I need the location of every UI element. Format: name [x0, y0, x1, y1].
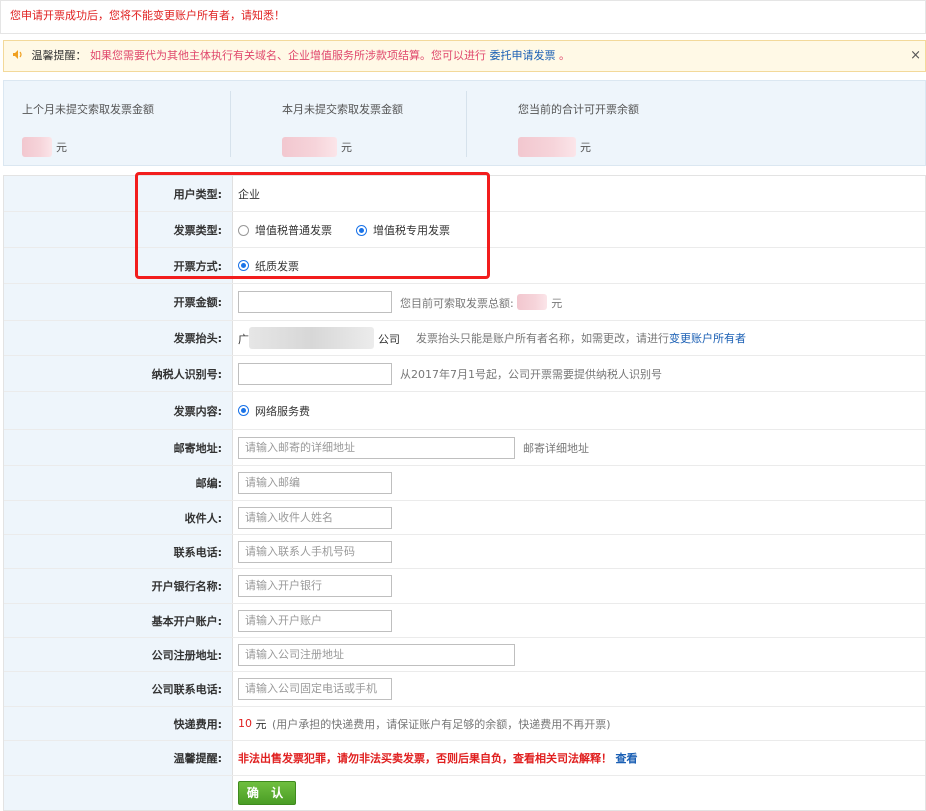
amount-label: 开票金额:	[4, 284, 233, 320]
row-content: 发票内容: 网络服务费	[4, 392, 925, 430]
row-company-phone: 公司联系电话: 请输入公司固定电话或手机	[4, 672, 925, 707]
invoice-type-options: 增值税普通发票 增值税专用发票	[238, 212, 925, 247]
row-amount: 开票金额: 您目前可索取发票总额: 元	[4, 284, 925, 321]
tip-end: 。	[559, 49, 570, 62]
shipping-note: (用户承担的快递费用，请保证账户有足够的余额，快递费用不再开票)	[272, 717, 611, 731]
row-phone: 联系电话: 请输入联系人手机号码	[4, 535, 925, 569]
row-user-type: 用户类型: 企业	[4, 176, 925, 212]
phone-input[interactable]: 请输入联系人手机号码	[238, 540, 392, 563]
row-invoice-type: 发票类型: 增值税普通发票 增值税专用发票	[4, 212, 925, 248]
confirm-button[interactable]: 确 认	[238, 781, 296, 805]
radio-selected-icon[interactable]	[356, 224, 367, 236]
tax-id-hint: 从2017年7月1号起，公司开票需要提供纳税人识别号	[400, 367, 662, 381]
tip-text: 如果您需要代为其他主体执行有关域名、企业增值服务所涉款项结算。您可以进行	[90, 49, 486, 62]
tip-bar: 温馨提醒： 如果您需要代为其他主体执行有关域名、企业增值服务所涉款项结算。您可以…	[3, 40, 926, 72]
row-postcode: 邮编: 请输入邮编	[4, 466, 925, 501]
tax-id-label: 纳税人识别号:	[4, 356, 233, 391]
this-month-amount: 元	[282, 137, 352, 157]
shipping-label: 快递费用:	[4, 707, 233, 740]
bank-account-input[interactable]: 请输入开户账户	[238, 609, 392, 632]
confirm-label-cell	[4, 776, 233, 810]
speaker-icon	[13, 50, 22, 59]
available-amount: 元	[518, 137, 591, 157]
invoice-type-special[interactable]: 增值税专用发票	[356, 222, 450, 238]
user-type-label: 用户类型:	[4, 176, 233, 211]
invoice-type-normal[interactable]: 增值税普通发票	[238, 222, 332, 238]
postcode-label: 邮编:	[4, 466, 233, 500]
bank-name-label: 开户银行名称:	[4, 569, 233, 603]
postcode-input[interactable]: 请输入邮编	[238, 472, 392, 494]
recipient-input[interactable]: 请输入收件人姓名	[238, 506, 392, 529]
tax-id-input[interactable]	[238, 362, 392, 385]
radio-selected-icon[interactable]	[238, 260, 249, 271]
view-law-link[interactable]: 查看	[616, 750, 638, 766]
entrust-invoice-link[interactable]: 委托申请发票	[490, 49, 556, 62]
content-option[interactable]: 网络服务费	[238, 392, 925, 429]
last-month-label: 上个月未提交索取发票金额	[22, 103, 154, 116]
invoice-type-label: 发票类型:	[4, 212, 233, 247]
mail-address-hint: 邮寄详细地址	[523, 441, 589, 455]
company-phone-input[interactable]: 请输入公司固定电话或手机	[238, 678, 392, 700]
company-address-input[interactable]: 请输入公司注册地址	[238, 643, 515, 666]
bank-name-input[interactable]: 请输入开户银行	[238, 575, 392, 597]
company-phone-label: 公司联系电话:	[4, 672, 233, 706]
company-address-label: 公司注册地址:	[4, 638, 233, 671]
row-recipient: 收件人: 请输入收件人姓名	[4, 501, 925, 535]
row-mail-address: 邮寄地址: 请输入邮寄的详细地址 邮寄详细地址	[4, 430, 925, 466]
row-bank-account: 基本开户账户: 请输入开户账户	[4, 604, 925, 638]
row-tax-id: 纳税人识别号: 从2017年7月1号起，公司开票需要提供纳税人识别号	[4, 356, 925, 392]
issue-method-option[interactable]: 纸质发票	[238, 248, 925, 283]
mail-address-label: 邮寄地址:	[4, 430, 233, 465]
amount-input[interactable]	[238, 291, 392, 313]
top-notice: 您申请开票成功后，您将不能变更账户所有者，请知悉！	[0, 0, 926, 34]
available-label: 您当前的合计可开票余额	[518, 103, 639, 116]
title-hint: 发票抬头只能是账户所有者名称，如需更改，请进行	[416, 332, 669, 345]
warning-label: 温馨提醒:	[4, 741, 233, 775]
phone-label: 联系电话:	[4, 535, 233, 568]
last-month-amount: 元	[22, 137, 67, 157]
user-type-value: 企业	[238, 187, 260, 201]
warning-text: 非法出售发票犯罪，请勿非法买卖发票，否则后果自负，查看相关司法解释！	[238, 752, 612, 765]
this-month-label: 本月未提交索取发票金额	[282, 103, 403, 116]
title-value: 广公司	[238, 327, 400, 349]
radio-selected-icon[interactable]	[238, 405, 249, 416]
row-company-address: 公司注册地址: 请输入公司注册地址	[4, 638, 925, 672]
change-owner-link[interactable]: 变更账户所有者	[669, 330, 746, 346]
tip-title: 温馨提醒：	[31, 49, 87, 62]
row-confirm: 确 认	[4, 776, 925, 810]
title-label: 发票抬头:	[4, 321, 233, 355]
shipping-value: 10 元 (用户承担的快递费用，请保证账户有足够的余额，快递费用不再开票)	[238, 717, 611, 731]
radio-icon[interactable]	[238, 224, 249, 236]
content-label: 发票内容:	[4, 392, 233, 429]
row-shipping: 快递费用: 10 元 (用户承担的快递费用，请保证账户有足够的余额，快递费用不再…	[4, 707, 925, 741]
summary-panel: 上个月未提交索取发票金额 元 本月未提交索取发票金额 元 您当前的合计可开票余额…	[3, 80, 926, 166]
row-bank-name: 开户银行名称: 请输入开户银行	[4, 569, 925, 604]
row-title: 发票抬头: 广公司 发票抬头只能是账户所有者名称，如需更改，请进行 变更账户所有者	[4, 321, 925, 356]
bank-account-label: 基本开户账户:	[4, 604, 233, 637]
row-issue-method: 开票方式: 纸质发票	[4, 248, 925, 284]
issue-method-label: 开票方式:	[4, 248, 233, 283]
amount-hint: 您目前可索取发票总额: 元	[400, 293, 562, 311]
mail-address-input[interactable]: 请输入邮寄的详细地址	[238, 436, 515, 459]
shipping-amount: 10	[238, 717, 252, 730]
row-warning: 温馨提醒: 非法出售发票犯罪，请勿非法买卖发票，否则后果自负，查看相关司法解释！…	[4, 741, 925, 776]
recipient-label: 收件人:	[4, 501, 233, 534]
invoice-form: 用户类型: 企业 发票类型: 增值税普通发票 增值税专用发票 开票方式: 纸质发…	[3, 175, 926, 811]
close-icon[interactable]: ×	[910, 41, 921, 71]
